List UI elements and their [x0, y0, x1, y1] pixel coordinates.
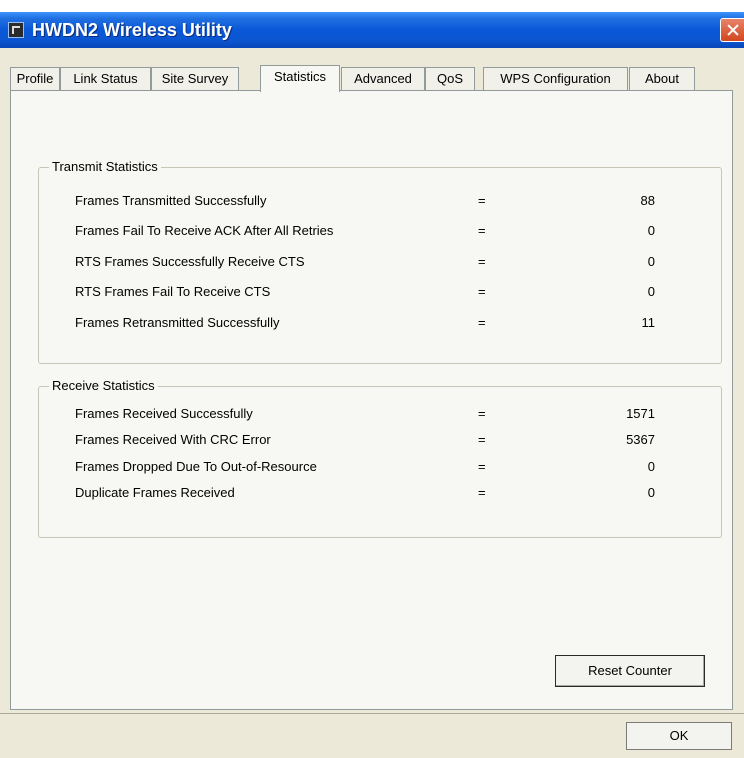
- stat-value: 0: [647, 254, 655, 269]
- stat-label: RTS Frames Fail To Receive CTS: [75, 284, 271, 299]
- tab-advanced[interactable]: Advanced: [341, 67, 425, 90]
- equals-sign: =: [478, 485, 486, 500]
- stat-value: 0: [647, 485, 655, 500]
- equals-sign: =: [478, 284, 486, 299]
- stat-row: Frames Dropped Due To Out-of-Resource = …: [39, 459, 721, 477]
- tab-link-status[interactable]: Link Status: [60, 67, 151, 90]
- tab-statistics[interactable]: Statistics: [260, 65, 340, 92]
- tab-site-survey[interactable]: Site Survey: [151, 67, 239, 90]
- stat-value: 11: [641, 315, 656, 330]
- stat-row: RTS Frames Fail To Receive CTS = 0: [39, 284, 721, 302]
- equals-sign: =: [478, 406, 486, 421]
- stat-value: 0: [647, 284, 655, 299]
- stat-value: 5367: [626, 432, 655, 447]
- receive-statistics-title: Receive Statistics: [49, 378, 158, 393]
- tab-bar: Profile Link Status Site Survey Statisti…: [10, 65, 700, 92]
- equals-sign: =: [478, 254, 486, 269]
- tab-wps-configuration[interactable]: WPS Configuration: [483, 67, 628, 90]
- title-bar[interactable]: HWDN2 Wireless Utility: [0, 12, 744, 48]
- transmit-statistics-group: Transmit Statistics Frames Transmitted S…: [38, 159, 722, 364]
- receive-statistics-group: Receive Statistics Frames Received Succe…: [38, 378, 722, 538]
- stat-label: RTS Frames Successfully Receive CTS: [75, 254, 305, 269]
- stat-label: Frames Transmitted Successfully: [75, 193, 267, 208]
- stat-value: 0: [647, 459, 655, 474]
- stat-value: 88: [640, 193, 655, 208]
- equals-sign: =: [478, 432, 486, 447]
- stat-row: Frames Fail To Receive ACK After All Ret…: [39, 223, 721, 241]
- window-title: HWDN2 Wireless Utility: [32, 20, 232, 40]
- app-window: HWDN2 Wireless Utility Profile Link Stat…: [0, 12, 744, 758]
- stat-row: RTS Frames Successfully Receive CTS = 0: [39, 254, 721, 272]
- reset-counter-button[interactable]: Reset Counter: [555, 655, 705, 687]
- tab-profile[interactable]: Profile: [10, 67, 60, 90]
- equals-sign: =: [478, 315, 486, 330]
- stat-label: Frames Fail To Receive ACK After All Ret…: [75, 223, 334, 238]
- stat-label: Frames Received Successfully: [75, 406, 253, 421]
- equals-sign: =: [478, 223, 486, 238]
- stat-row: Frames Received With CRC Error = 5367: [39, 432, 721, 450]
- footer-divider: [0, 713, 744, 715]
- equals-sign: =: [478, 459, 486, 474]
- equals-sign: =: [478, 193, 486, 208]
- transmit-statistics-title: Transmit Statistics: [49, 159, 161, 174]
- stat-row: Frames Received Successfully = 1571: [39, 406, 721, 424]
- ok-button[interactable]: OK: [626, 722, 732, 750]
- stat-row: Frames Transmitted Successfully = 88: [39, 193, 721, 211]
- stat-row: Frames Retransmitted Successfully = 11: [39, 315, 721, 333]
- tab-qos[interactable]: QoS: [425, 67, 475, 90]
- app-icon: [8, 22, 24, 38]
- stat-row: Duplicate Frames Received = 0: [39, 485, 721, 503]
- stat-label: Frames Received With CRC Error: [75, 432, 271, 447]
- stat-label: Frames Dropped Due To Out-of-Resource: [75, 459, 317, 474]
- tab-about[interactable]: About: [629, 67, 695, 90]
- statistics-panel: Transmit Statistics Frames Transmitted S…: [10, 90, 733, 710]
- stat-value: 0: [647, 223, 655, 238]
- close-icon[interactable]: [720, 18, 744, 42]
- stat-value: 1571: [626, 406, 655, 421]
- stat-label: Frames Retransmitted Successfully: [75, 315, 280, 330]
- stat-label: Duplicate Frames Received: [75, 485, 235, 500]
